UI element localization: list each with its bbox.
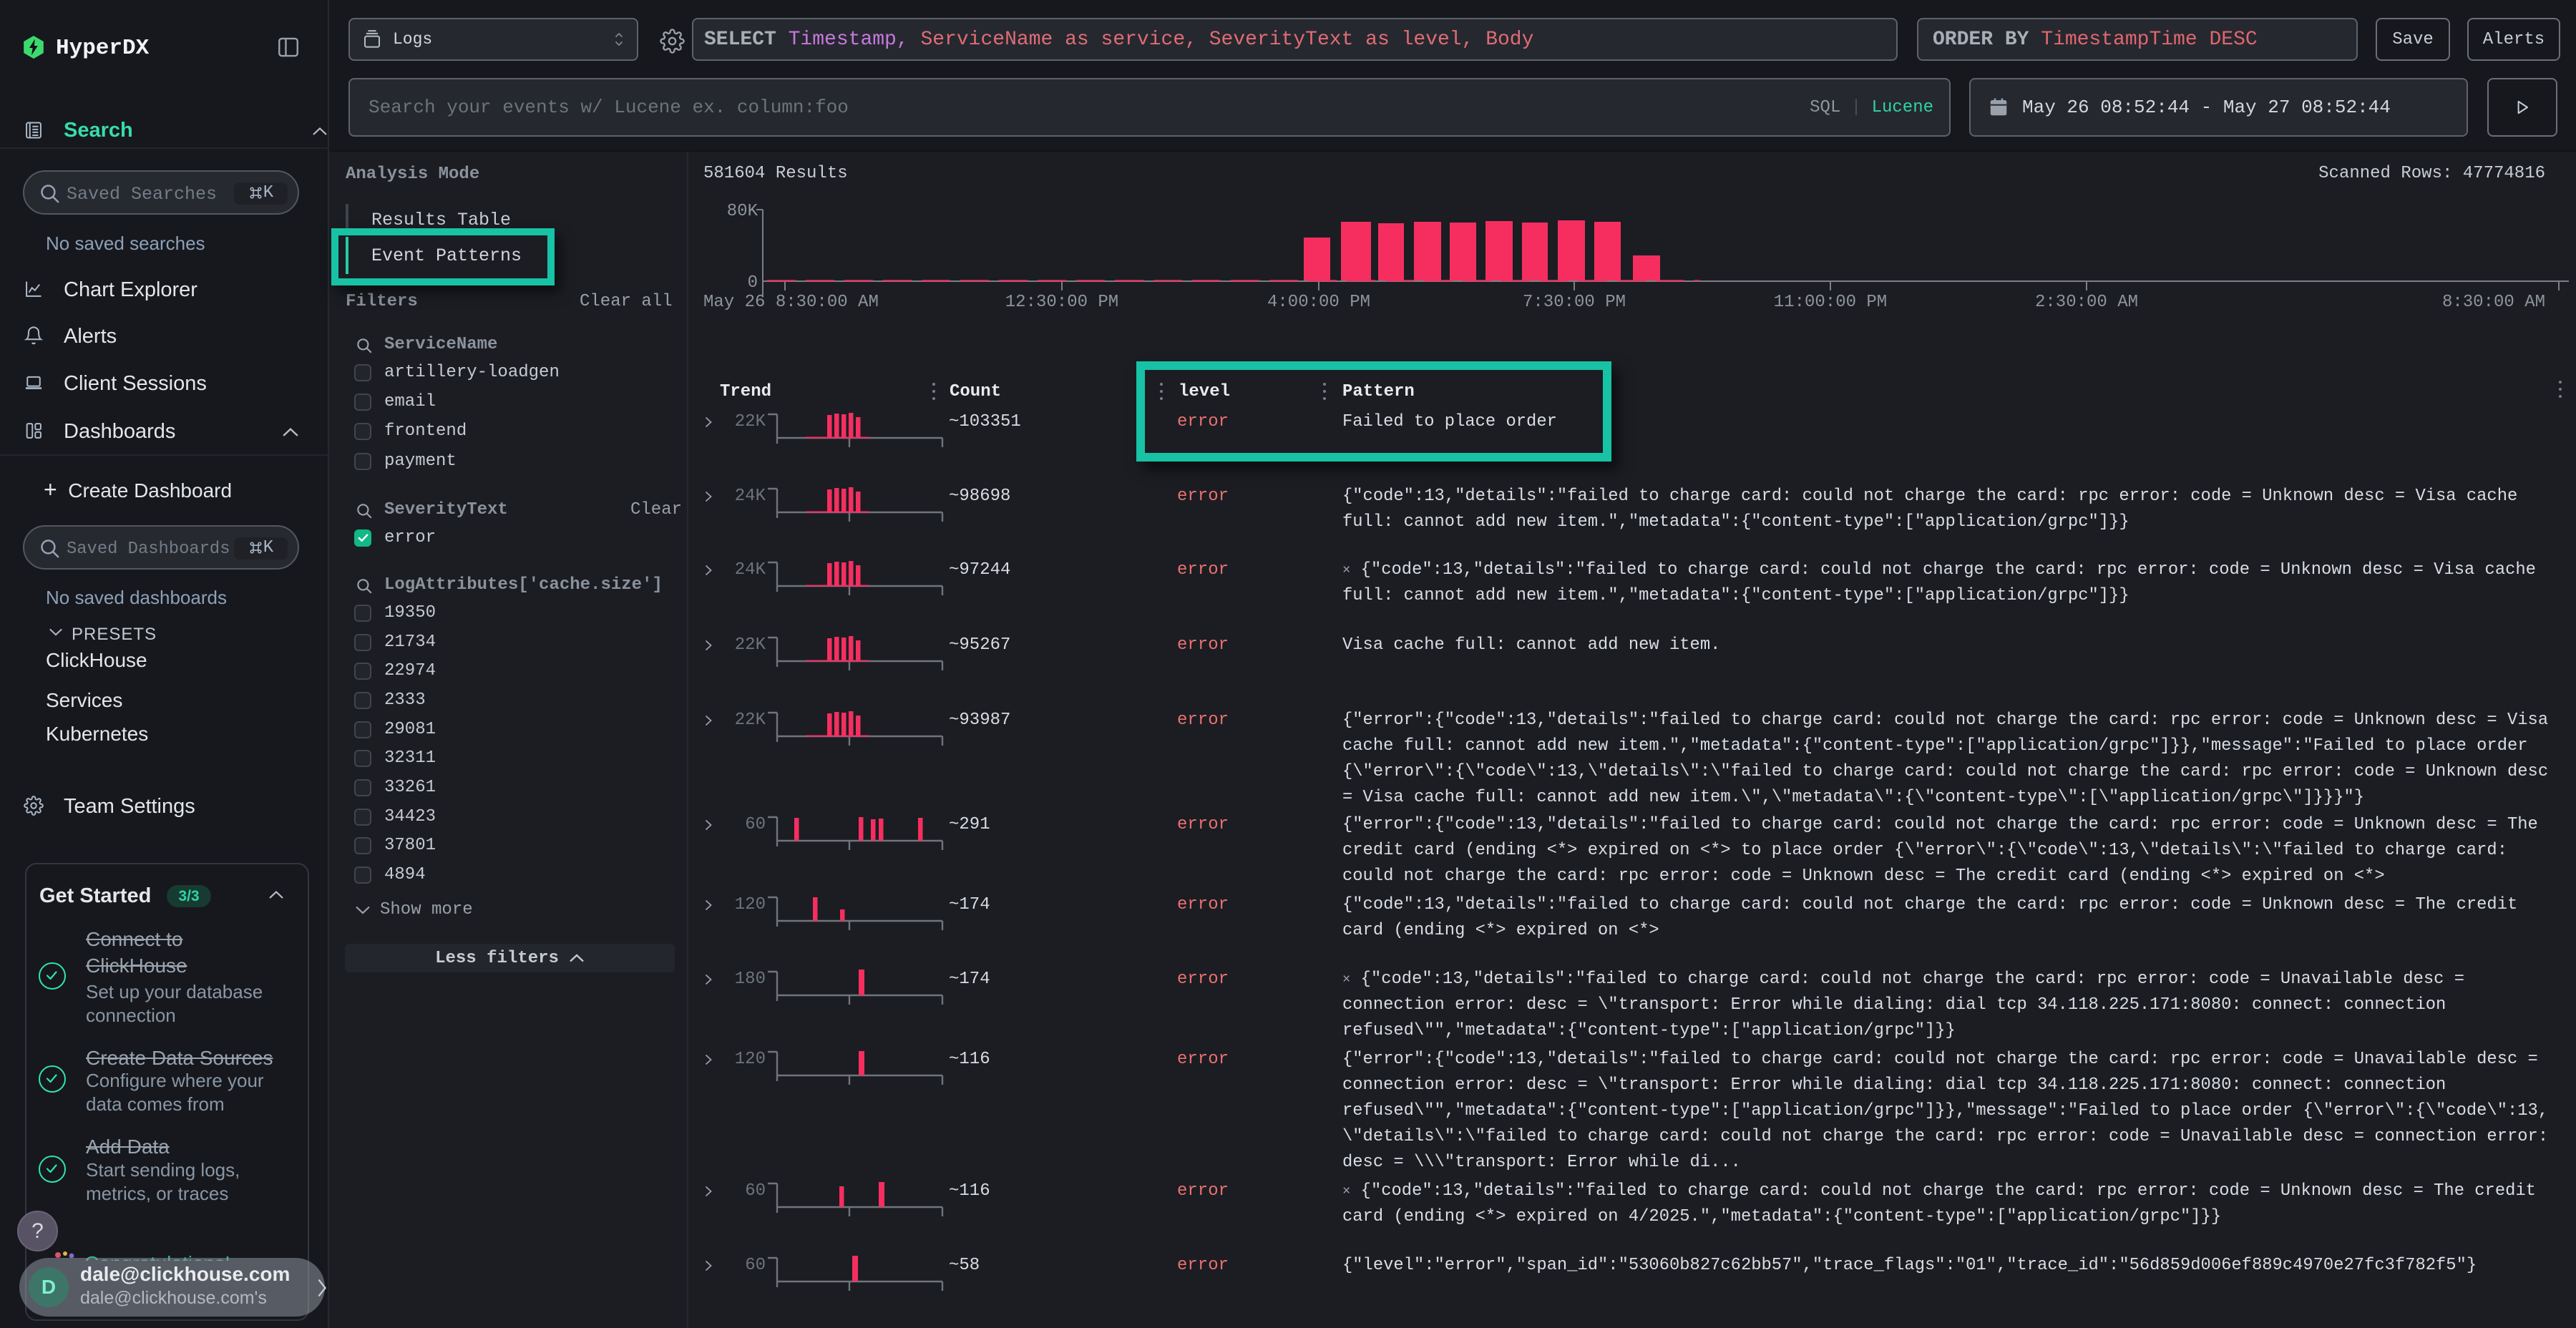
svg-text:7:30:00 PM: 7:30:00 PM: [1523, 293, 1626, 312]
svg-text:11:00:00 PM: 11:00:00 PM: [1774, 293, 1887, 312]
svg-text:80K: 80K: [727, 202, 758, 221]
svg-text:4:00:00 PM: 4:00:00 PM: [1267, 293, 1370, 312]
svg-text:0: 0: [748, 273, 758, 293]
svg-text:12:30:00 PM: 12:30:00 PM: [1005, 293, 1118, 312]
svg-text:8:30:00 AM: 8:30:00 AM: [2442, 293, 2545, 312]
svg-text:2:30:00 AM: 2:30:00 AM: [2035, 293, 2138, 312]
svg-text:May 26 8:30:00 AM: May 26 8:30:00 AM: [703, 293, 879, 312]
